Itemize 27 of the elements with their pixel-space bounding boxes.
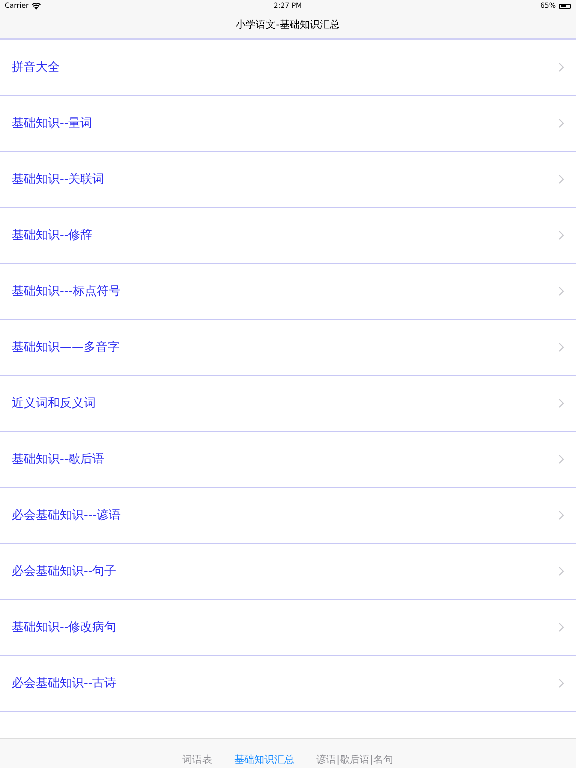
list-item[interactable]: 基础知识---标点符号 <box>0 264 576 320</box>
chevron-icon <box>559 455 564 464</box>
chevron-icon <box>559 231 564 240</box>
list-item[interactable]: 拼音大全 <box>0 40 576 96</box>
chevron-icon <box>559 287 564 296</box>
list-item[interactable]: 必会基础知识--句子 <box>0 544 576 600</box>
list-item[interactable]: 基础知识--关联词 <box>0 152 576 208</box>
chevron-icon <box>559 679 564 688</box>
wifi-icon <box>32 2 41 10</box>
list-item[interactable]: 近义词和反义词 <box>0 376 576 432</box>
list-item[interactable]: 必会基础知识---谚语 <box>0 488 576 544</box>
chevron-icon <box>559 63 564 72</box>
chevron-icon <box>559 511 564 520</box>
battery-icon <box>559 4 571 8</box>
chevron-icon <box>559 119 564 128</box>
list-item[interactable]: 必会基础知识--古诗 <box>0 656 576 712</box>
list-item[interactable]: 基础知识--歇后语 <box>0 432 576 488</box>
chevron-icon <box>559 343 564 352</box>
nav-title: 小学语文-基础知识汇总 <box>236 18 340 32</box>
list-item[interactable]: 基础知识--修改病句 <box>0 600 576 656</box>
chevron-icon <box>559 567 564 576</box>
chevron-icon <box>559 623 564 632</box>
list-item[interactable]: 基础知识--量词 <box>0 96 576 152</box>
list-item[interactable]: 基础知识--修辞 <box>0 208 576 264</box>
chevron-icon <box>559 399 564 408</box>
list-item[interactable]: 基础知识——多音字 <box>0 320 576 376</box>
chevron-icon <box>559 175 564 184</box>
